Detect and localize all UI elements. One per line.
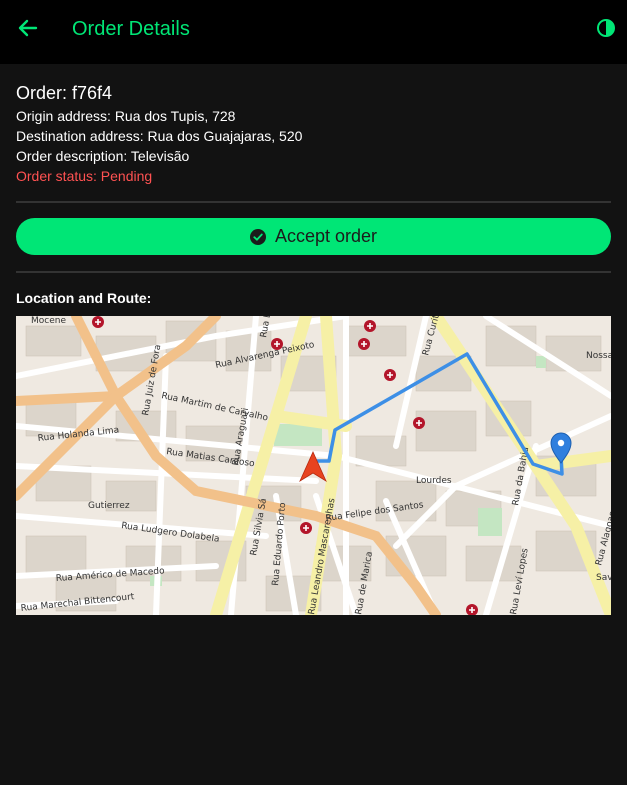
half-circle-theme-icon [597,19,615,37]
street-label: Nossa Senhora da Boa Viagem [586,351,611,361]
accept-order-button[interactable]: Accept order [16,218,611,255]
arrow-left-icon [18,19,38,37]
origin-address: Origin address: Rua dos Tupis, 728 [16,108,236,124]
accept-order-label: Accept order [274,226,378,246]
map-section-label: Location and Route: [16,290,152,306]
route-map[interactable]: Rua Alvarenga Peixoto Rua Martim de Carv… [16,316,611,615]
app-bar: Order Details [0,0,627,64]
street-label: Savassi [596,573,611,583]
street-label: Gutierrez [88,501,130,511]
order-status: Order status: Pending [16,168,153,184]
check-circle-icon [249,228,266,245]
destination-address: Destination address: Rua dos Guajajaras,… [16,128,303,144]
divider [16,271,611,273]
street-label: Mocene [31,316,66,326]
back-button[interactable] [12,12,44,44]
theme-toggle-button[interactable] [594,16,618,40]
page-title: Order Details [72,18,190,40]
street-label: Lourdes [416,476,452,486]
order-id-heading: Order: f76f4 [16,83,113,103]
divider [16,201,611,203]
order-description: Order description: Televisão [16,148,190,164]
